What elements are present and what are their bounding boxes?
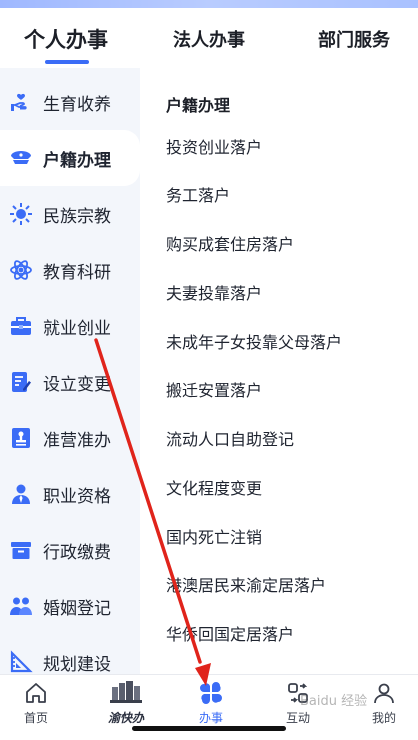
sidebar-item-birth-adoption[interactable]: 生育收养 [0, 74, 140, 130]
tab-department-services[interactable]: 部门服务 [318, 26, 390, 52]
yukuaiban-logo-text: 渝快办 [107, 711, 144, 725]
sidebar-item-label: 教育科研 [43, 262, 111, 283]
sun-emblem-icon [8, 201, 34, 227]
sidebar-item-business-permit[interactable]: 准营准办 [0, 410, 140, 466]
sidebar-item-administrative-fees[interactable]: 行政缴费 [0, 522, 140, 578]
yukuaiban-logo-icon [110, 679, 142, 705]
sidebar-item-ethnic-religion[interactable]: 民族宗教 [0, 186, 140, 242]
service-item[interactable]: 国内死亡注销 [166, 524, 262, 548]
user-icon [372, 681, 396, 705]
service-item[interactable]: 文化程度变更 [166, 475, 262, 499]
sidebar-item-label: 职业资格 [43, 486, 111, 507]
sidebar-item-label: 民族宗教 [43, 206, 111, 227]
hand-heart-icon [8, 89, 34, 115]
category-sidebar: 生育收养 户籍办理 民族宗教 教育科研 就业创业 设立变更 准营准办 职业资格 … [0, 68, 140, 675]
tab-personal-affairs[interactable]: 个人办事 [24, 24, 108, 54]
sidebar-item-professional-qualification[interactable]: 职业资格 [0, 466, 140, 522]
nav-services-label: 办事 [198, 711, 223, 725]
atom-icon [8, 257, 34, 283]
active-tab-underline [45, 60, 89, 64]
service-item[interactable]: 流动人口自助登记 [166, 426, 294, 450]
top-tab-bar: 个人办事 法人办事 部门服务 [0, 8, 418, 68]
sidebar-item-label: 婚姻登记 [43, 598, 111, 619]
stamp-icon [8, 425, 34, 451]
sidebar-item-label: 行政缴费 [43, 542, 111, 563]
home-indicator [132, 726, 286, 731]
service-item[interactable]: 务工落户 [166, 182, 230, 206]
sidebar-item-label: 户籍办理 [43, 150, 111, 171]
service-item[interactable]: 华侨回国定居落户 [166, 621, 294, 645]
service-item[interactable]: 搬迁安置落户 [166, 377, 262, 401]
police-cap-icon [8, 145, 34, 171]
baidu-watermark: Baidu 经验 [300, 694, 368, 709]
person-badge-icon [8, 481, 34, 507]
service-item[interactable]: 未成年子女投靠父母落户 [166, 329, 342, 353]
grid-clover-icon [199, 681, 223, 705]
tab-legal-person-affairs[interactable]: 法人办事 [173, 26, 245, 52]
nav-services[interactable]: 办事 [183, 679, 239, 725]
nav-yukuaiban-logo[interactable]: 渝快办 [96, 679, 156, 725]
ruler-icon [8, 649, 34, 675]
sidebar-item-household-registration[interactable]: 户籍办理 [0, 130, 140, 186]
service-item[interactable]: 夫妻投靠落户 [166, 280, 262, 304]
service-list-panel: 户籍办理 投资创业落户 务工落户 购买成套住房落户 夫妻投靠落户 未成年子女投靠… [140, 68, 418, 674]
couple-icon [8, 593, 34, 619]
nav-home-label: 首页 [23, 711, 48, 725]
sidebar-item-label: 设立变更 [43, 374, 111, 395]
sidebar-item-label: 就业创业 [43, 318, 111, 339]
service-item[interactable]: 购买成套住房落户 [166, 231, 294, 255]
archive-box-icon [8, 537, 34, 563]
sidebar-item-label: 规划建设 [43, 654, 111, 675]
sidebar-item-education-research[interactable]: 教育科研 [0, 242, 140, 298]
edit-document-icon [8, 369, 34, 395]
service-item[interactable]: 投资创业落户 [166, 134, 262, 158]
nav-home[interactable]: 首页 [8, 679, 64, 725]
nav-interaction-label: 互动 [285, 711, 310, 725]
section-title: 户籍办理 [166, 96, 231, 115]
home-icon [24, 681, 48, 705]
briefcase-icon [8, 313, 34, 339]
sidebar-item-label: 准营准办 [43, 430, 111, 451]
sidebar-item-marriage-registration[interactable]: 婚姻登记 [0, 578, 140, 634]
nav-mine-label: 我的 [371, 711, 396, 725]
sidebar-item-label: 生育收养 [43, 94, 111, 115]
service-item[interactable]: 港澳居民来渝定居落户 [166, 572, 326, 596]
sidebar-item-employment-entrepreneurship[interactable]: 就业创业 [0, 298, 140, 354]
top-gradient-strip [0, 0, 418, 8]
sidebar-item-establish-change[interactable]: 设立变更 [0, 354, 140, 410]
